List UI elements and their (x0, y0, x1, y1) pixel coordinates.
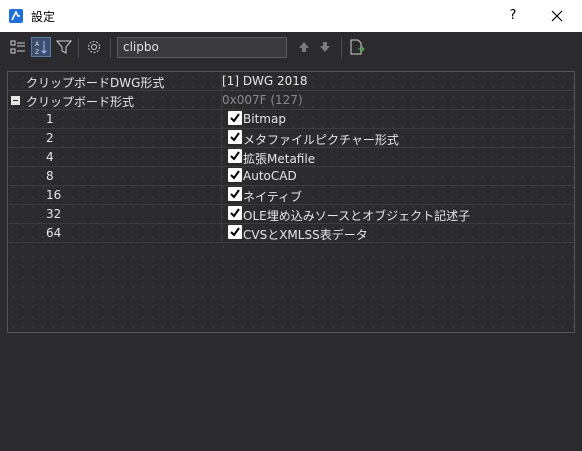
help-button[interactable]: ? (496, 4, 530, 28)
app-icon (9, 9, 23, 23)
export-button[interactable] (347, 37, 367, 57)
search-input[interactable]: clipbo (117, 37, 287, 58)
window-title: 設定 (31, 10, 56, 24)
flag-checkbox[interactable] (228, 149, 242, 163)
toolbar-divider (341, 38, 342, 58)
flag-label: CVSとXMLSS表データ (243, 228, 368, 242)
title-bar: 設定 ? (0, 0, 582, 32)
export-icon (350, 39, 365, 55)
close-icon (551, 10, 563, 22)
filter-icon (56, 40, 72, 54)
flag-value: 8 (46, 169, 54, 183)
column-divider (221, 186, 222, 205)
checkmark-icon (230, 227, 240, 237)
toolbar-divider (78, 38, 79, 58)
flag-checkbox[interactable] (228, 130, 242, 144)
column-divider (221, 148, 222, 167)
column-divider (221, 167, 222, 186)
move-up-button[interactable] (294, 37, 314, 57)
categorized-button[interactable] (8, 37, 28, 57)
flag-row[interactable]: 4 拡張Metafile (8, 148, 574, 167)
flag-row[interactable]: 1 Bitmap (8, 110, 574, 129)
checkmark-icon (230, 113, 240, 123)
move-down-icon (320, 42, 330, 52)
column-divider (221, 129, 222, 148)
flag-checkbox[interactable] (228, 225, 242, 239)
property-name: クリップボードDWG形式 (26, 74, 222, 90)
checkmark-icon (230, 208, 240, 218)
property-value: 0x007F (127) (222, 93, 303, 107)
flag-value: 16 (46, 188, 62, 202)
alphabetical-button[interactable]: A Z (31, 37, 51, 57)
property-grid: クリップボードDWG形式 [1] DWG 2018 クリップボード形式 0x00… (7, 71, 575, 333)
flag-label: OLE埋め込みソースとオブジェクト記述子 (243, 209, 471, 223)
property-row[interactable]: クリップボードDWG形式 [1] DWG 2018 (8, 72, 574, 91)
flag-checkbox[interactable] (228, 168, 242, 182)
column-divider (221, 205, 222, 224)
property-row-group[interactable]: クリップボード形式 0x007F (127) (8, 91, 574, 110)
flag-row[interactable]: 8 AutoCAD (8, 167, 574, 186)
close-button[interactable] (540, 4, 574, 28)
checkmark-icon (230, 132, 240, 142)
property-name: クリップボード形式 (26, 93, 222, 109)
checkmark-icon (230, 189, 240, 199)
flag-row[interactable]: 2 メタファイルピクチャー形式 (8, 129, 574, 148)
flag-row[interactable]: 64 CVSとXMLSS表データ (8, 224, 574, 243)
flag-checkbox[interactable] (228, 111, 242, 125)
toolbar-divider (110, 38, 111, 58)
checkmark-icon (230, 170, 240, 180)
flag-value: 64 (46, 226, 62, 240)
property-value[interactable]: [1] DWG 2018 (222, 74, 308, 88)
toolbar: A Z clipbo (0, 32, 582, 64)
flag-label: メタファイルピクチャー形式 (243, 133, 399, 147)
column-divider (221, 224, 222, 243)
flag-row[interactable]: 16 ネイティブ (8, 186, 574, 205)
alphabetical-icon: A Z (35, 41, 47, 55)
filter-button[interactable] (54, 37, 74, 57)
column-divider (221, 110, 222, 129)
categorized-icon (10, 40, 25, 54)
flag-value: 4 (46, 150, 54, 164)
flag-row[interactable]: 32 OLE埋め込みソースとオブジェクト記述子 (8, 205, 574, 224)
flag-label: Bitmap (243, 112, 286, 126)
move-down-button[interactable] (315, 37, 335, 57)
flag-value: 32 (46, 207, 62, 221)
flag-label: ネイティブ (243, 190, 303, 204)
flag-label: AutoCAD (243, 169, 297, 183)
flag-checkbox[interactable] (228, 206, 242, 220)
settings-icon (88, 41, 100, 53)
collapse-icon[interactable] (11, 96, 20, 105)
flag-value: 2 (46, 131, 54, 145)
checkmark-icon (230, 151, 240, 161)
move-up-icon (299, 42, 309, 52)
flag-checkbox[interactable] (228, 187, 242, 201)
settings-button[interactable] (84, 37, 104, 57)
svg-text:Z: Z (35, 49, 39, 55)
flag-value: 1 (46, 112, 54, 126)
flag-label: 拡張Metafile (243, 152, 316, 166)
svg-text:A: A (35, 41, 40, 48)
